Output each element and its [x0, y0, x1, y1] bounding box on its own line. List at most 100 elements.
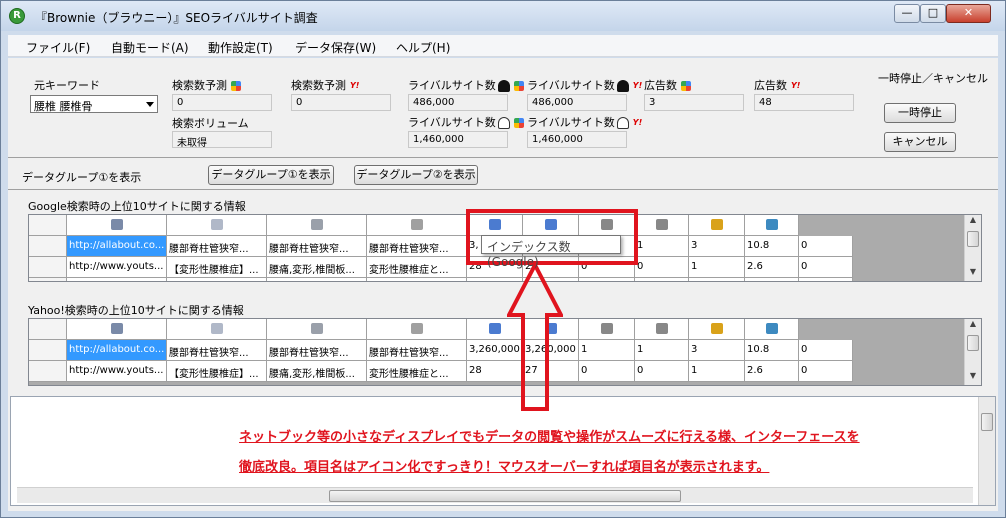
- table-cell[interactable]: 2.6: [745, 361, 799, 382]
- search-volume-field: 未取得: [172, 131, 272, 149]
- log-vertical-scrollbar[interactable]: [978, 397, 995, 505]
- table-cell[interactable]: 1: [689, 257, 745, 278]
- grid-header-cell[interactable]: [745, 319, 799, 340]
- table-cell[interactable]: 1: [635, 236, 689, 257]
- table-cell[interactable]: 0: [799, 236, 853, 257]
- table-cell[interactable]: 1: [635, 340, 689, 361]
- scroll-thumb[interactable]: [329, 490, 681, 502]
- grid-header-cell[interactable]: [267, 215, 367, 236]
- table-cell[interactable]: [635, 278, 689, 281]
- table-cell[interactable]: http://allabout.co...: [67, 340, 167, 361]
- table-cell[interactable]: 0: [635, 361, 689, 382]
- scroll-thumb[interactable]: [967, 335, 979, 351]
- table-cell[interactable]: 変形性腰椎症と...: [367, 361, 467, 382]
- grid-header-cell[interactable]: [267, 319, 367, 340]
- grid-header-cell[interactable]: [689, 319, 745, 340]
- scroll-up-icon[interactable]: ▲: [965, 319, 981, 333]
- table-cell[interactable]: 3: [689, 340, 745, 361]
- table-cell[interactable]: [367, 278, 467, 281]
- table-cell[interactable]: [799, 278, 853, 281]
- table-cell[interactable]: http://www.youts...: [67, 361, 167, 382]
- chevron-down-icon: [146, 102, 154, 107]
- grid-header-cell[interactable]: [167, 215, 267, 236]
- grid-header-cell[interactable]: [67, 319, 167, 340]
- table-cell[interactable]: 1: [579, 340, 635, 361]
- table-cell[interactable]: 腰部脊柱管狭窄...: [367, 340, 467, 361]
- title-bar[interactable]: R 『Brownie（ブラウニー）』SEOライバルサイト調査 — □ ✕: [1, 1, 1005, 31]
- table-cell[interactable]: 腰部脊柱管狭窄...: [167, 236, 267, 257]
- table-cell[interactable]: 腰痛,変形,椎間板...: [267, 257, 367, 278]
- grid-header-cell[interactable]: [635, 319, 689, 340]
- grid-header-cell[interactable]: [367, 319, 467, 340]
- pause-button[interactable]: 一時停止: [884, 103, 956, 123]
- yahoo-icon: Y!: [350, 81, 360, 90]
- grid-header-cell[interactable]: [167, 319, 267, 340]
- scroll-down-icon[interactable]: ▼: [965, 267, 981, 281]
- table-cell[interactable]: 10.8: [745, 340, 799, 361]
- row-header[interactable]: [29, 361, 67, 382]
- table-cell[interactable]: 0: [635, 257, 689, 278]
- menu-file[interactable]: ファイル(F): [26, 39, 90, 56]
- google-icon: [681, 81, 691, 91]
- grid-header-cell[interactable]: [745, 215, 799, 236]
- table-cell[interactable]: [689, 278, 745, 281]
- rival-white-google-label: ライバルサイト数: [408, 114, 524, 130]
- grid-header-cell[interactable]: [579, 319, 635, 340]
- table-cell[interactable]: 腰部脊柱管狭窄...: [267, 340, 367, 361]
- cancel-button[interactable]: キャンセル: [884, 132, 956, 152]
- scroll-thumb[interactable]: [967, 231, 979, 247]
- table-cell[interactable]: [267, 278, 367, 281]
- grid-header-cell[interactable]: [689, 215, 745, 236]
- table-cell[interactable]: 3: [689, 236, 745, 257]
- menu-auto-mode[interactable]: 自動モード(A): [111, 39, 189, 56]
- yahoo-icon: Y!: [632, 118, 643, 127]
- row-header[interactable]: [29, 278, 67, 281]
- data-group-1-button[interactable]: データグループ①を表示: [208, 165, 334, 185]
- table-cell[interactable]: 1: [689, 361, 745, 382]
- table-cell[interactable]: [67, 278, 167, 281]
- grid-header-cell[interactable]: [367, 215, 467, 236]
- yahoo-grid-scrollbar[interactable]: ▲ ▼: [964, 319, 981, 385]
- table-cell[interactable]: 【変形性腰椎症】...: [167, 361, 267, 382]
- row-header[interactable]: [29, 257, 67, 278]
- table-cell[interactable]: 0: [579, 361, 635, 382]
- scroll-down-icon[interactable]: ▼: [965, 371, 981, 385]
- scroll-thumb[interactable]: [981, 413, 993, 431]
- table-cell[interactable]: 1.6: [745, 278, 799, 281]
- menu-help[interactable]: ヘルプ(H): [396, 39, 450, 56]
- table-cell[interactable]: http://www.youts...: [67, 257, 167, 278]
- grid-header-cell[interactable]: [635, 215, 689, 236]
- close-button[interactable]: ✕: [946, 4, 991, 23]
- table-cell[interactable]: 腰部脊柱管狭窄...: [267, 236, 367, 257]
- row-header[interactable]: [29, 236, 67, 257]
- table-cell[interactable]: 変形性腰椎症と...: [367, 257, 467, 278]
- table-cell[interactable]: 腰部脊柱管狭窄...: [367, 236, 467, 257]
- log-horizontal-scrollbar[interactable]: [17, 487, 973, 503]
- google-icon: [513, 81, 524, 91]
- ads-google-label: 広告数: [644, 77, 691, 93]
- log-pane: ネットブック等の小さなディスプレイでもデータの閲覧や操作がスムーズに行える様、イ…: [10, 396, 996, 506]
- table-cell[interactable]: 10.8: [745, 236, 799, 257]
- menu-save-data[interactable]: データ保存(W): [295, 39, 376, 56]
- grid-header-cell[interactable]: [67, 215, 167, 236]
- table-cell[interactable]: 【変形性腰椎症】...: [167, 257, 267, 278]
- scroll-up-icon[interactable]: ▲: [965, 215, 981, 229]
- table-cell[interactable]: 0: [799, 361, 853, 382]
- table-cell[interactable]: 0: [799, 340, 853, 361]
- table-cell[interactable]: [579, 278, 635, 281]
- link-google-icon: [600, 323, 613, 334]
- table-cell[interactable]: [167, 278, 267, 281]
- table-cell[interactable]: 腰痛,変形,椎間板...: [267, 361, 367, 382]
- table-cell[interactable]: 2.6: [745, 257, 799, 278]
- data-group-2-button[interactable]: データグループ②を表示: [354, 165, 478, 185]
- row-header[interactable]: [29, 340, 67, 361]
- table-cell[interactable]: 腰部脊柱管狭窄...: [167, 340, 267, 361]
- google-grid-scrollbar[interactable]: ▲ ▼: [964, 215, 981, 281]
- maximize-button[interactable]: □: [920, 4, 946, 23]
- menu-settings[interactable]: 動作設定(T): [208, 39, 273, 56]
- table-cell[interactable]: http://allabout.co...: [67, 236, 167, 257]
- sitemap-google-icon: [488, 323, 501, 334]
- keyword-select[interactable]: 腰椎 腰椎骨: [30, 95, 158, 113]
- minimize-button[interactable]: —: [894, 4, 920, 23]
- table-cell[interactable]: 0: [799, 257, 853, 278]
